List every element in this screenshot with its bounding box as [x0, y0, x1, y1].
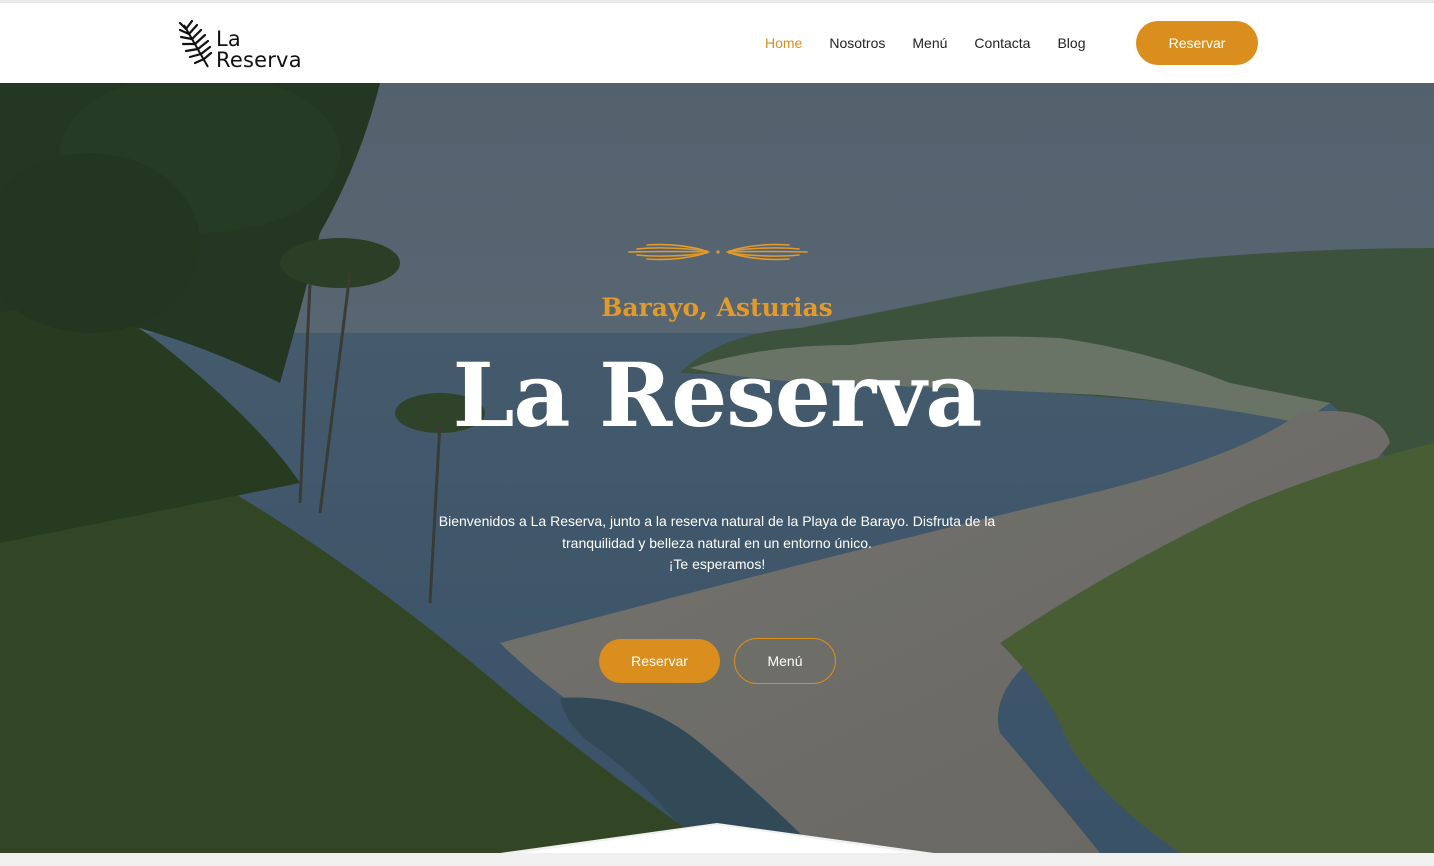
nav-home[interactable]: Home: [765, 33, 802, 53]
site-logo[interactable]: La Reserva: [178, 17, 302, 73]
site-header: La Reserva Home Nosotros Menú Contacta B…: [0, 3, 1434, 83]
header-reservar-button[interactable]: Reservar: [1136, 21, 1258, 65]
bottom-strip: [0, 853, 1434, 866]
hero-menu-button[interactable]: Menú: [734, 638, 836, 684]
hero-title: La Reserva: [452, 343, 983, 447]
nav-blog[interactable]: Blog: [1057, 33, 1085, 53]
logo-text: La Reserva: [216, 29, 302, 71]
logo-line2: Reserva: [216, 48, 302, 72]
hero-section: Barayo, Asturias La Reserva Bienvenidos …: [0, 83, 1434, 853]
hero-description: Bienvenidos a La Reserva, junto a la res…: [417, 511, 1017, 576]
hero-reservar-button[interactable]: Reservar: [599, 639, 720, 683]
hero-description-line2: tranquilidad y belleza natural en un ent…: [562, 534, 872, 551]
hero-subtitle: Barayo, Asturias: [601, 293, 833, 322]
nav-nosotros[interactable]: Nosotros: [829, 33, 885, 53]
nav-menu[interactable]: Menú: [912, 33, 947, 53]
hero-description-line3: ¡Te esperamos!: [668, 556, 766, 572]
decorative-flourish-icon: [628, 243, 808, 261]
main-nav: Home Nosotros Menú Contacta Blog: [765, 33, 1113, 53]
nav-contacta[interactable]: Contacta: [974, 33, 1030, 53]
logo-line1: La: [216, 27, 241, 51]
section-divider-shape: [0, 823, 1434, 853]
fern-leaf-icon: [178, 19, 213, 68]
hero-overlay: [0, 83, 1434, 853]
hero-description-line1: Bienvenidos a La Reserva, junto a la res…: [438, 513, 996, 529]
